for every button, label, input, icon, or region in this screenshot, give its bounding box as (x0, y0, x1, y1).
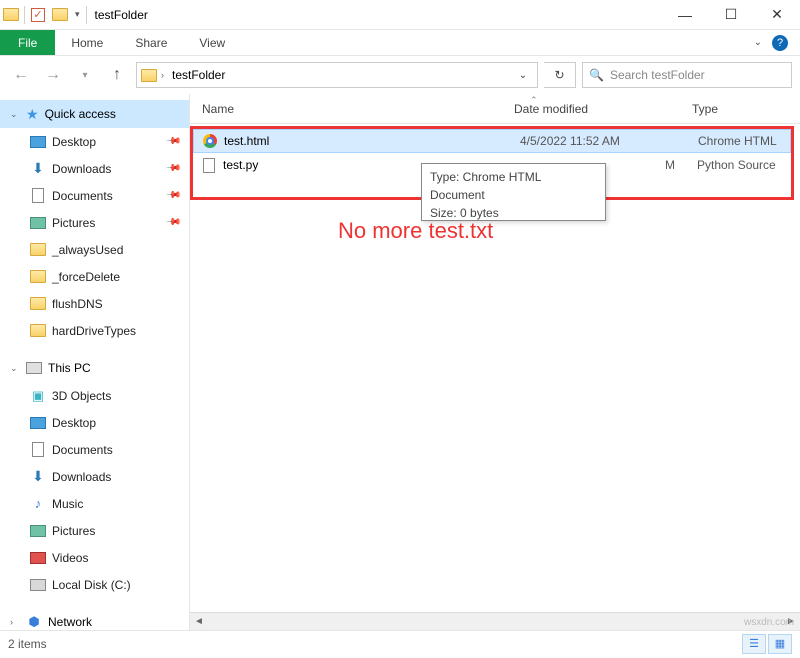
file-tab[interactable]: File (0, 30, 55, 55)
qat-newfolder[interactable] (49, 8, 71, 21)
navigation-pane: ⌄ ★ Quick access Desktop📌 ⬇Downloads📌 Do… (0, 94, 190, 630)
sidebar-item-downloads[interactable]: ⬇Downloads📌 (0, 155, 189, 182)
horizontal-scrollbar[interactable]: ◄ ► (190, 612, 800, 630)
sidebar-item-3dobjects[interactable]: ▣3D Objects (0, 382, 189, 409)
file-list-pane: ⌃ Name Date modified Type test.html 4/5/… (190, 94, 800, 630)
status-bar: 2 items ☰ ▦ (0, 630, 800, 656)
qat-properties[interactable]: ✓ (27, 8, 49, 22)
network-header[interactable]: › ⬢ Network (0, 608, 189, 630)
folder-icon (141, 69, 157, 82)
sidebar-item-pictures-pc[interactable]: Pictures (0, 517, 189, 544)
search-box[interactable]: 🔍 Search testFolder (582, 62, 792, 88)
annotation-text: No more test.txt (338, 218, 493, 244)
scroll-left-icon[interactable]: ◄ (190, 616, 208, 627)
annotation-box: test.html 4/5/2022 11:52 AM Chrome HTML … (190, 126, 794, 200)
minimize-button[interactable]: — (662, 0, 708, 30)
refresh-button[interactable]: ↻ (544, 62, 576, 88)
separator (86, 6, 87, 24)
column-headers: Name Date modified Type (190, 94, 800, 124)
tooltip-type: Type: Chrome HTML Document (430, 168, 597, 204)
recent-dropdown[interactable]: ▾ (72, 62, 98, 88)
separator (24, 6, 25, 24)
address-dropdown[interactable]: ⌄ (513, 70, 533, 81)
close-button[interactable]: ✕ (754, 0, 800, 30)
app-icon (0, 8, 22, 21)
sidebar-item-flushdns[interactable]: flushDNS (0, 290, 189, 317)
up-button[interactable]: ↑ (104, 62, 130, 88)
tab-share[interactable]: Share (119, 30, 183, 55)
item-count: 2 items (8, 637, 47, 651)
tab-home[interactable]: Home (55, 30, 119, 55)
column-type[interactable]: Type (692, 102, 800, 116)
window-title: testFolder (89, 8, 148, 22)
sidebar-item-localdisk[interactable]: Local Disk (C:) (0, 571, 189, 598)
help-icon[interactable]: ? (772, 35, 788, 51)
chevron-right-icon[interactable]: › (161, 70, 164, 80)
star-icon: ★ (26, 106, 39, 123)
chevron-down-icon: ⌄ (10, 109, 20, 120)
search-placeholder: Search testFolder (610, 68, 705, 82)
sidebar-item-harddrivetypes[interactable]: hardDriveTypes (0, 317, 189, 344)
column-date[interactable]: Date modified (514, 102, 692, 116)
sidebar-item-documents[interactable]: Documents📌 (0, 182, 189, 209)
network-label: Network (48, 615, 92, 629)
chrome-icon (202, 133, 218, 149)
sidebar-item-desktop[interactable]: Desktop📌 (0, 128, 189, 155)
quick-access-header[interactable]: ⌄ ★ Quick access (0, 100, 189, 128)
sidebar-item-downloads-pc[interactable]: ⬇Downloads (0, 463, 189, 490)
file-tooltip: Type: Chrome HTML Document Size: 0 bytes… (421, 163, 606, 221)
title-bar: ✓ ▾ testFolder — ☐ ✕ (0, 0, 800, 30)
expand-ribbon-icon[interactable]: ⌄ (754, 37, 762, 48)
sidebar-item-forcedelete[interactable]: _forceDelete (0, 263, 189, 290)
python-file-icon (201, 157, 217, 173)
this-pc-header[interactable]: ⌄ This PC (0, 354, 189, 382)
pin-icon: 📌 (164, 133, 181, 150)
qat-dropdown[interactable]: ▾ (71, 9, 84, 20)
this-pc-label: This PC (48, 361, 91, 375)
sidebar-item-music[interactable]: ♪Music (0, 490, 189, 517)
details-view-button[interactable]: ☰ (742, 634, 766, 654)
forward-button[interactable]: → (40, 62, 66, 88)
sidebar-item-desktop-pc[interactable]: Desktop (0, 409, 189, 436)
pin-icon: 📌 (164, 214, 181, 231)
nav-bar: ← → ▾ ↑ › testFolder ⌄ ↻ 🔍 Search testFo… (0, 56, 800, 94)
chevron-down-icon: ⌄ (10, 363, 20, 374)
sidebar-item-documents-pc[interactable]: Documents (0, 436, 189, 463)
tab-view[interactable]: View (183, 30, 241, 55)
sort-indicator-icon: ⌃ (530, 95, 538, 106)
search-icon: 🔍 (589, 68, 604, 82)
back-button[interactable]: ← (8, 62, 34, 88)
column-name[interactable]: Name (198, 102, 514, 116)
chevron-right-icon: › (10, 617, 20, 627)
file-type: Chrome HTML (698, 134, 777, 148)
sidebar-item-videos[interactable]: Videos (0, 544, 189, 571)
ribbon: File Home Share View ⌄ ? (0, 30, 800, 56)
quick-access-label: Quick access (45, 107, 116, 121)
breadcrumb[interactable]: testFolder (168, 68, 229, 82)
maximize-button[interactable]: ☐ (708, 0, 754, 30)
file-name: test.html (224, 134, 520, 148)
sidebar-item-alwaysused[interactable]: _alwaysUsed (0, 236, 189, 263)
sidebar-item-pictures[interactable]: Pictures📌 (0, 209, 189, 236)
watermark: wsxdn.com (744, 617, 794, 628)
file-type: Python Source (697, 158, 776, 172)
file-row[interactable]: test.html 4/5/2022 11:52 AM Chrome HTML (193, 129, 791, 153)
pin-icon: 📌 (164, 187, 181, 204)
icons-view-button[interactable]: ▦ (768, 634, 792, 654)
pin-icon: 📌 (164, 160, 181, 177)
file-date: 4/5/2022 11:52 AM (520, 134, 698, 148)
address-bar[interactable]: › testFolder ⌄ (136, 62, 538, 88)
